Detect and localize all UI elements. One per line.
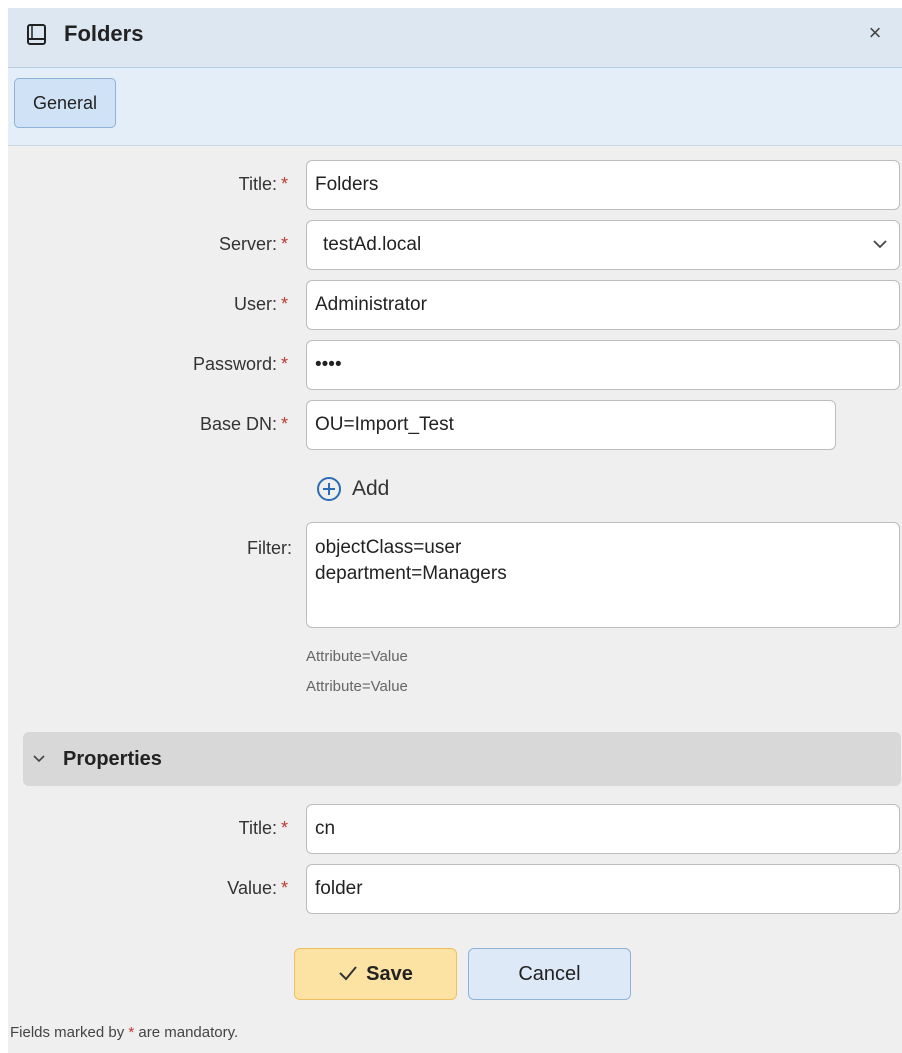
server-select[interactable]: testAd.local — [306, 220, 900, 270]
title-label: Title: * — [238, 174, 288, 194]
required-mark: * — [128, 1024, 135, 1041]
checkmark-icon — [339, 966, 357, 981]
chevron-down-icon — [873, 221, 887, 269]
required-mark: * — [280, 818, 288, 838]
required-mark: * — [280, 354, 288, 374]
server-label: Server: * — [218, 234, 288, 254]
required-mark: * — [280, 414, 288, 434]
password-label: Password: * — [192, 354, 288, 374]
property-title-label: Title: * — [238, 818, 288, 838]
base-dn-label: Base DN: * — [199, 414, 288, 434]
mandatory-note: Fields marked by * are mandatory. — [10, 1024, 239, 1041]
filter-hint: Attribute=Value — [306, 648, 408, 665]
filter-line: department=Managers — [315, 563, 507, 584]
property-value-label: Value: * — [227, 878, 288, 898]
required-mark: * — [280, 878, 288, 898]
server-select-value: testAd.local — [323, 234, 422, 255]
folders-dialog: Folders × General Title: * Folders Server… — [8, 8, 902, 1053]
required-mark: * — [280, 294, 288, 314]
save-button[interactable]: Save — [294, 948, 457, 1000]
title-input[interactable]: Folders — [306, 160, 900, 210]
property-title-input[interactable]: cn — [306, 804, 900, 854]
filter-line: objectClass=user — [315, 537, 462, 558]
plus-circle-icon — [317, 477, 341, 501]
properties-section-header[interactable]: Properties — [23, 732, 901, 786]
property-value-input[interactable]: folder — [306, 864, 900, 914]
tab-general[interactable]: General — [14, 78, 116, 128]
cancel-button[interactable]: Cancel — [468, 948, 631, 1000]
base-dn-input[interactable]: OU=Import_Test — [306, 400, 836, 450]
tab-bar: General — [8, 68, 902, 146]
save-label: Save — [366, 963, 413, 985]
required-mark: * — [280, 174, 288, 194]
close-icon[interactable]: × — [860, 18, 890, 48]
dialog-titlebar: Folders × — [8, 8, 902, 68]
properties-section-title: Properties — [63, 748, 162, 770]
book-icon — [27, 24, 46, 45]
password-input[interactable]: •••• — [306, 340, 900, 390]
filter-textarea[interactable]: objectClass=user department=Managers — [306, 522, 900, 628]
chevron-down-icon — [33, 732, 45, 786]
user-input[interactable]: Administrator — [306, 280, 900, 330]
dialog-title: Folders — [64, 21, 144, 46]
user-label: User: * — [233, 294, 288, 314]
filter-hint: Attribute=Value — [306, 678, 408, 695]
add-label: Add — [352, 477, 390, 500]
filter-label: Filter: — [247, 538, 292, 558]
required-mark: * — [280, 234, 288, 254]
